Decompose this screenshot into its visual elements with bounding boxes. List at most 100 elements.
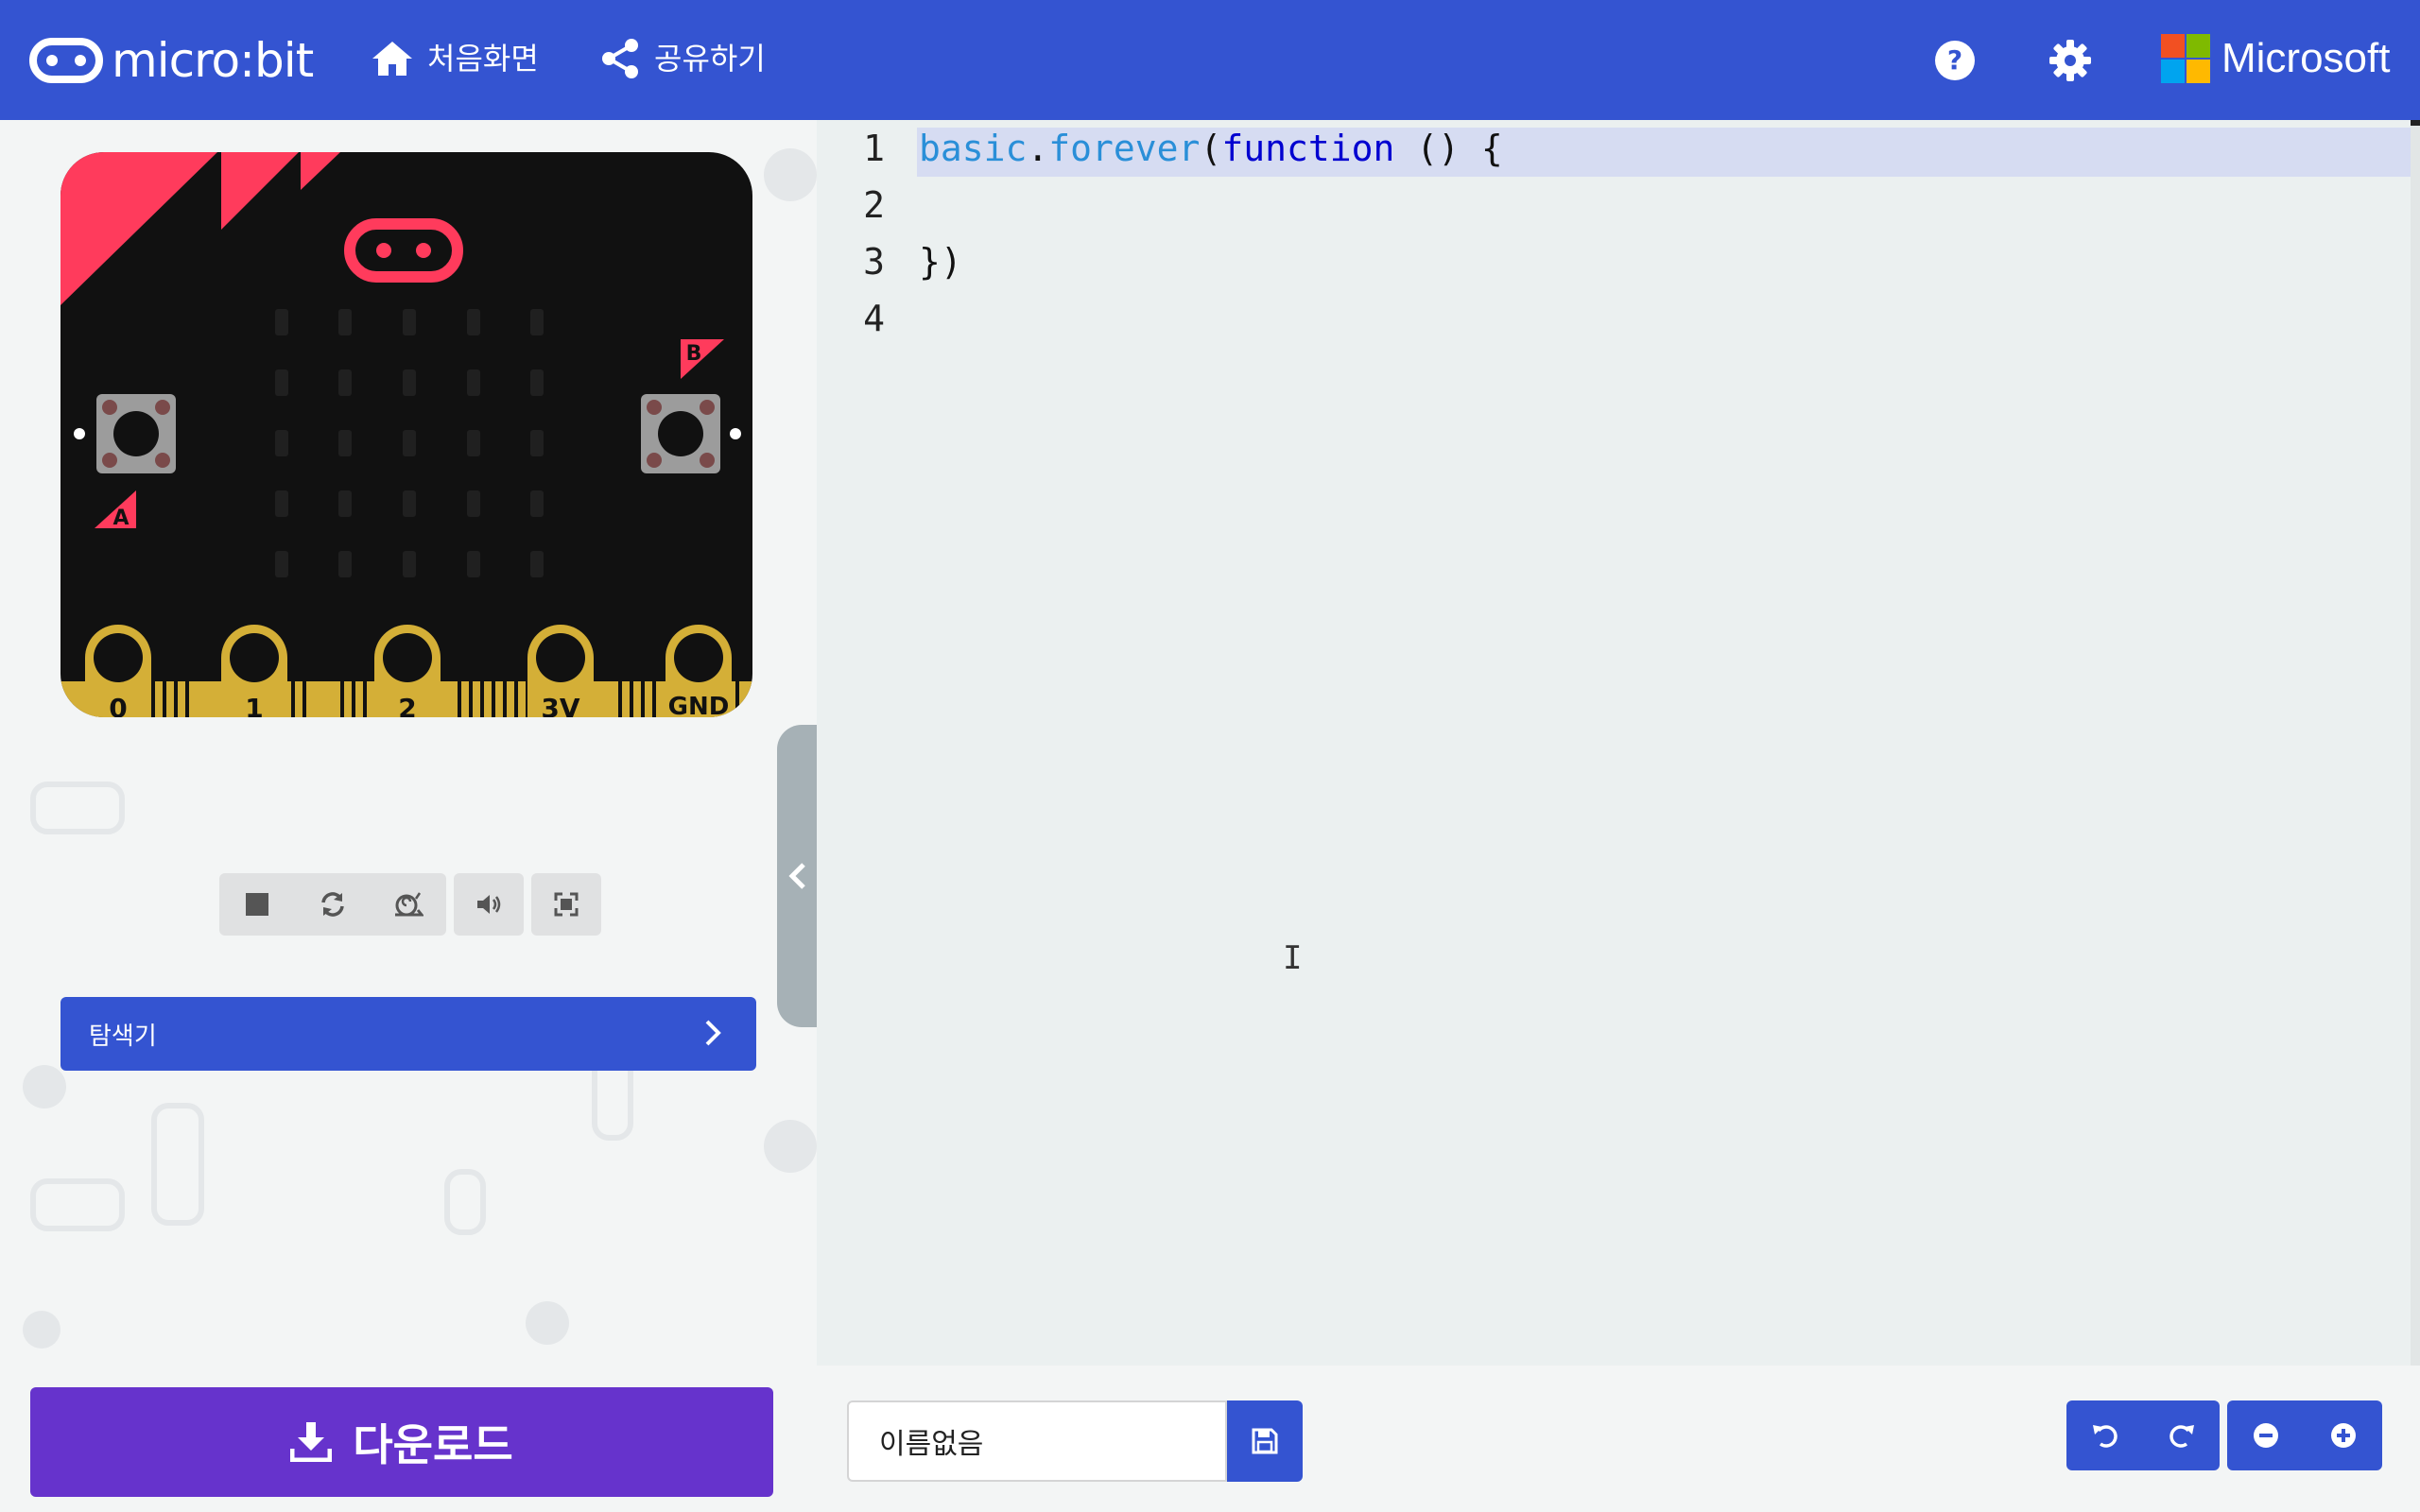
download-label: 다운로드: [353, 1419, 513, 1470]
simulator-panel: A B 0 1 2 3V GND 탐색기: [0, 120, 817, 1366]
download-icon: [290, 1422, 333, 1462]
button-b-label: B: [681, 339, 724, 379]
pin-label: 1: [245, 693, 264, 717]
svg-text:?: ?: [1947, 44, 1962, 76]
led: [338, 430, 352, 456]
side-pin-dot: [730, 428, 741, 439]
code-line-3[interactable]: }): [919, 241, 962, 283]
led: [403, 551, 416, 577]
zoom-group: [2227, 1400, 2382, 1470]
background-decoration: [764, 148, 817, 201]
led: [403, 430, 416, 456]
svg-text:A: A: [112, 507, 129, 530]
line-number: 3: [863, 241, 885, 283]
help-icon: ?: [1935, 41, 1975, 80]
share-label: 공유하기: [654, 41, 766, 77]
editor-footer: 다운로드 이름없음: [0, 1366, 2420, 1512]
settings-button[interactable]: [2044, 34, 2097, 87]
code-token: basic: [919, 128, 1028, 169]
mute-button[interactable]: [454, 873, 524, 936]
led: [403, 490, 416, 517]
top-menu-bar: micro:bit 처음화면 공유하기 ? Microsoft: [0, 0, 2420, 120]
explorer-label: 탐색기: [89, 1022, 157, 1051]
project-name-input[interactable]: 이름없음: [847, 1400, 1227, 1482]
pin-label: 3V: [541, 693, 580, 717]
background-decoration: [30, 1178, 125, 1231]
stop-icon: [246, 893, 268, 916]
sound-group: [454, 873, 524, 936]
collapse-simulator-button[interactable]: [777, 725, 817, 1027]
microsoft-logo-icon: [2161, 34, 2210, 83]
help-button[interactable]: ?: [1928, 34, 1981, 87]
sound-icon: [477, 895, 501, 914]
led: [530, 430, 544, 456]
microsoft-label: Microsoft: [2221, 35, 2391, 81]
line-number: 4: [863, 298, 885, 339]
led: [467, 369, 480, 396]
undo-icon: [2092, 1425, 2118, 1448]
side-pin-dot: [74, 428, 85, 439]
home-label: 처음화면: [427, 41, 539, 77]
pin-label: 0: [109, 693, 128, 717]
led: [530, 309, 544, 335]
button-a-label: A: [95, 490, 136, 530]
led: [275, 309, 288, 335]
simulator-toolbar: [219, 873, 601, 936]
share-button[interactable]: 공유하기: [599, 34, 766, 83]
background-decoration: [151, 1103, 204, 1226]
code-token: forever: [1048, 128, 1201, 169]
led: [275, 490, 288, 517]
fullscreen-button[interactable]: [531, 873, 601, 936]
background-decoration: [30, 782, 125, 834]
code-line-1[interactable]: basic.forever(function () {: [919, 128, 1503, 169]
code-token: () {: [1394, 128, 1503, 169]
led: [467, 309, 480, 335]
line-number: 2: [863, 184, 885, 226]
line-number: 1: [863, 128, 885, 169]
logo-text: micro:bit: [112, 33, 314, 88]
save-button[interactable]: [1227, 1400, 1303, 1482]
project-name-value: 이름없음: [879, 1428, 984, 1461]
chevron-right-icon: [705, 1020, 721, 1046]
background-decoration: [23, 1311, 60, 1349]
background-decoration: [444, 1169, 486, 1235]
save-icon: [1252, 1428, 1278, 1454]
microsoft-logo[interactable]: Microsoft: [2161, 34, 2390, 83]
chevron-left-icon: [788, 863, 805, 889]
svg-text:B: B: [686, 342, 702, 366]
microbit-logo[interactable]: micro:bit: [28, 33, 314, 88]
download-button[interactable]: 다운로드: [30, 1387, 773, 1497]
restart-icon: [321, 892, 344, 917]
fullscreen-group: [531, 873, 601, 936]
led: [467, 551, 480, 577]
code-token: (: [1200, 128, 1222, 169]
scrollbar-position-marker: [2411, 120, 2420, 126]
share-icon: [602, 39, 638, 78]
code-editor[interactable]: 1 2 3 4 basic.forever(function () { }) I: [817, 120, 2420, 1366]
led: [530, 369, 544, 396]
home-button[interactable]: 처음화면: [371, 34, 539, 83]
background-decoration: [526, 1301, 569, 1345]
button-a[interactable]: [96, 394, 176, 473]
undo-redo-group: [2066, 1400, 2220, 1470]
explorer-button[interactable]: 탐색기: [60, 997, 756, 1071]
microbit-simulator-board[interactable]: A B 0 1 2 3V GND: [60, 152, 752, 717]
slow-motion-button[interactable]: [371, 873, 446, 936]
code-token: function: [1221, 128, 1395, 169]
undo-button[interactable]: [2066, 1400, 2143, 1470]
zoom-in-button[interactable]: [2305, 1400, 2382, 1470]
led: [403, 309, 416, 335]
zoom-in-icon: [2331, 1423, 2356, 1448]
led: [338, 490, 352, 517]
redo-button[interactable]: [2143, 1400, 2220, 1470]
led: [467, 490, 480, 517]
editor-scrollbar[interactable]: [2411, 120, 2420, 1366]
restart-button[interactable]: [295, 873, 371, 936]
zoom-out-button[interactable]: [2227, 1400, 2305, 1470]
microbit-logo-icon: [29, 38, 103, 83]
button-b[interactable]: [641, 394, 720, 473]
pin-label: 2: [398, 693, 417, 717]
led: [338, 369, 352, 396]
stop-button[interactable]: [219, 873, 295, 936]
led: [467, 430, 480, 456]
